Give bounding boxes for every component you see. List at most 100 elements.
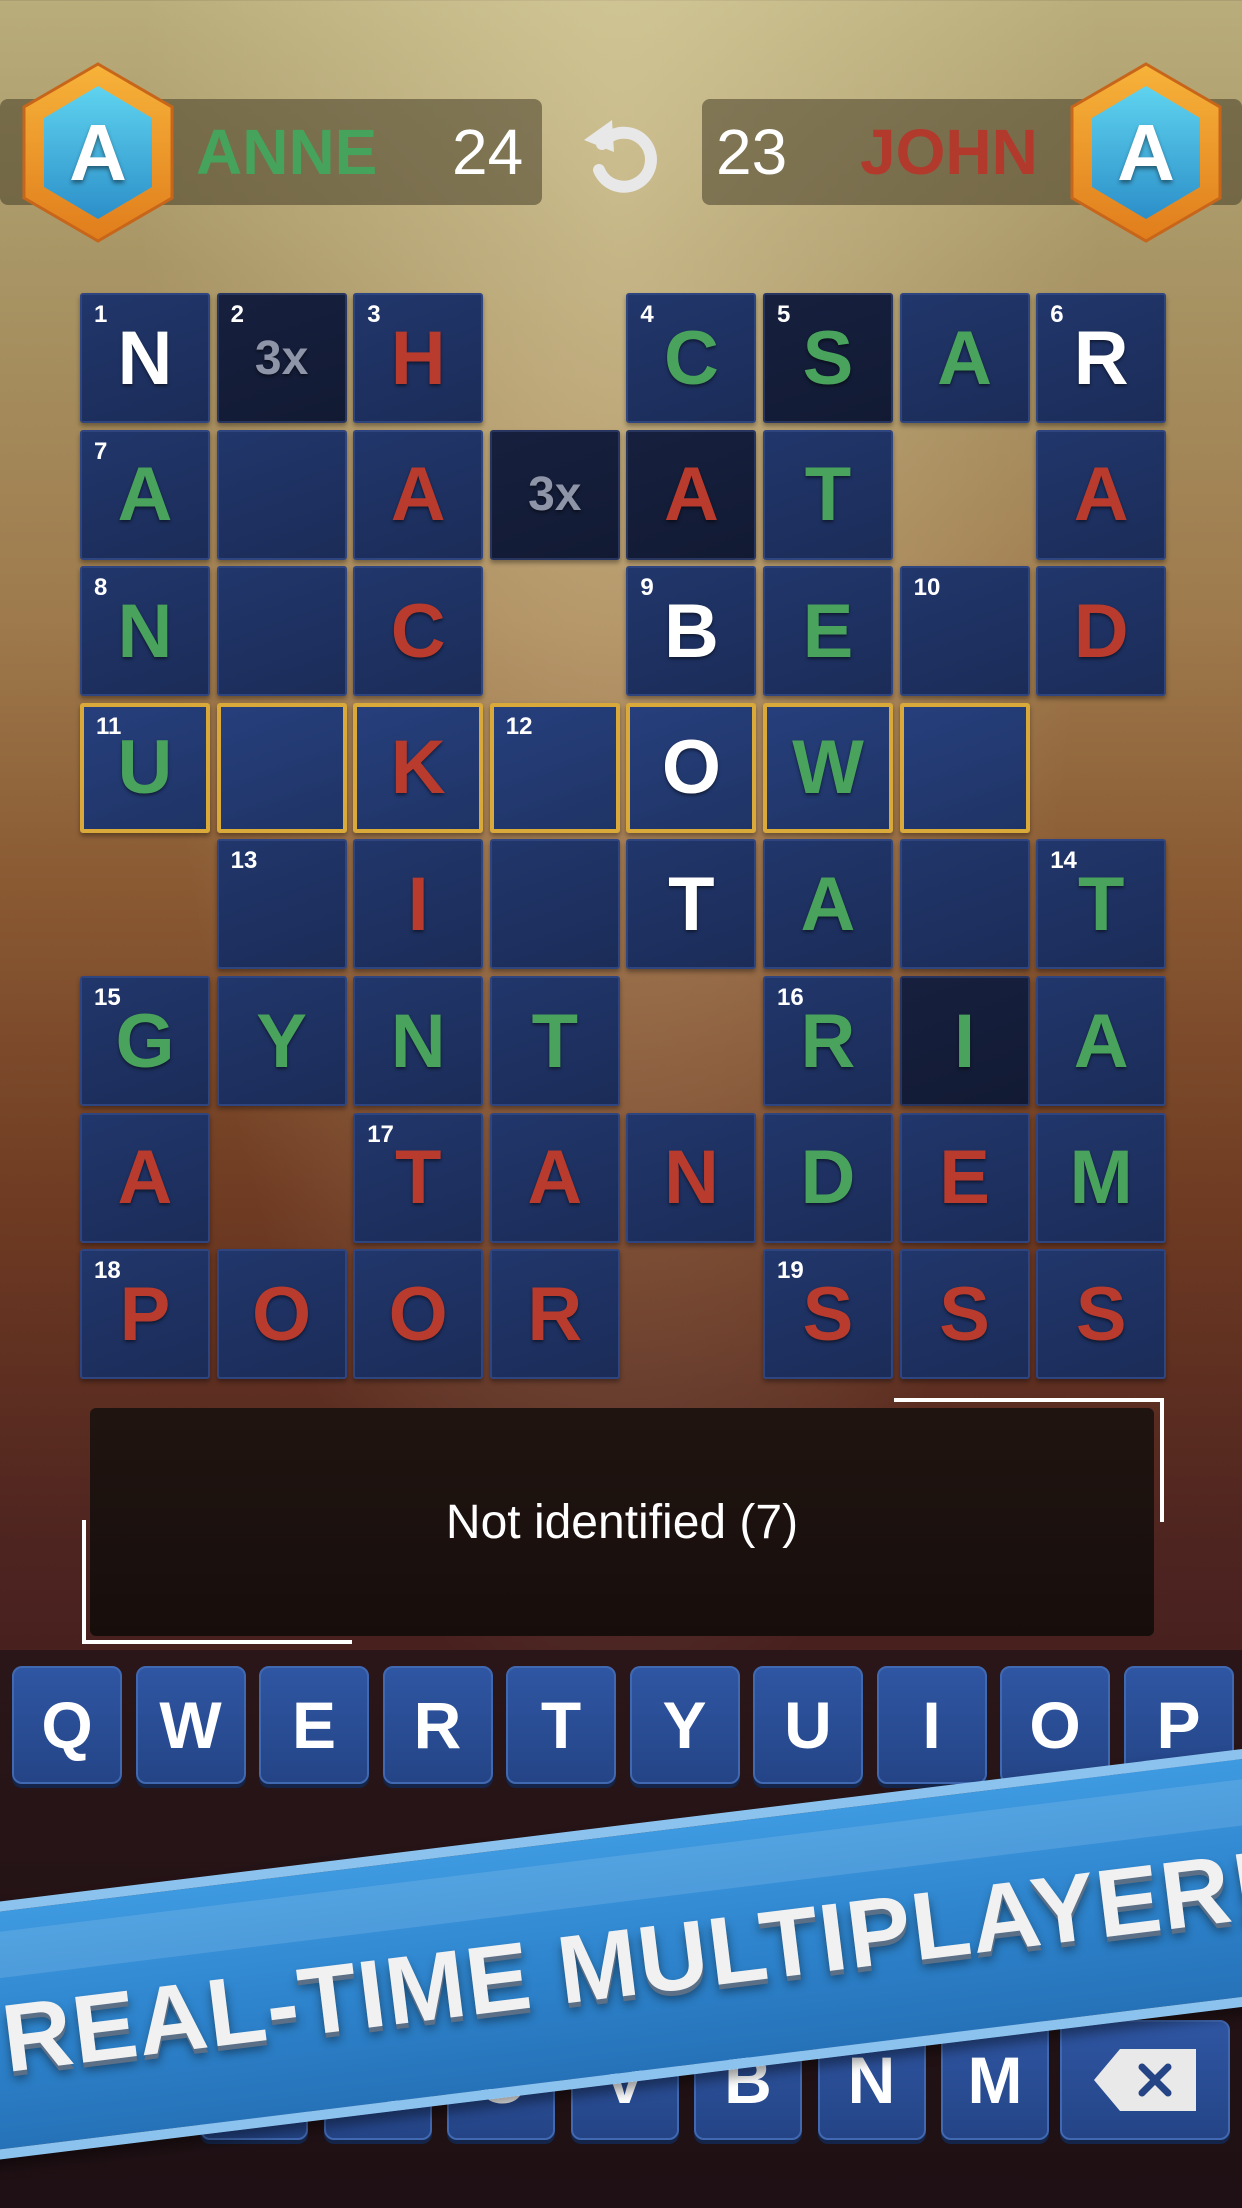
grid-cell-r3-c6[interactable]	[899, 702, 1030, 833]
grid-cell-r6-c3[interactable]: A	[489, 1112, 620, 1243]
crossword-grid: 1 N 2 3x 3 H 4 C 5 S A 6 R 7 A A 3x A T A 8 N C 9 B E 10 D 11 U K 12 O W 1…	[80, 293, 1167, 1380]
cell-letter: A	[1073, 998, 1129, 1084]
grid-cell-r5-c7[interactable]: A	[1036, 976, 1167, 1106]
grid-cell-r0-c0[interactable]: 1N	[80, 293, 210, 423]
grid-cell-r6-c7[interactable]: M	[1036, 1112, 1167, 1243]
grid-cell-r5-c0[interactable]: 15 G	[80, 976, 210, 1106]
grid-cell-r5-c3[interactable]: T	[489, 976, 620, 1106]
grid-cell-r5-c1[interactable]: Y	[216, 976, 347, 1106]
grid-cell-r6-c4[interactable]: N	[626, 1112, 757, 1243]
grid-cell-r4-c7[interactable]: 14 T	[1036, 839, 1167, 970]
grid-cell-r0-c5[interactable]: 5S	[763, 293, 893, 423]
grid-cell-r4-c1[interactable]: 13	[216, 839, 347, 970]
grid-cell-r7-c2[interactable]: O	[353, 1249, 484, 1380]
grid-cell-r5-c6[interactable]: I	[899, 976, 1030, 1106]
grid-cell-r6-c6[interactable]: E	[899, 1112, 1030, 1243]
key-w[interactable]: W	[135, 1666, 246, 1784]
cell-letter: Y	[256, 998, 307, 1084]
grid-cell-r3-c2[interactable]: K	[353, 702, 484, 833]
cell-letter: W	[792, 725, 864, 811]
grid-cell-r1-c0[interactable]: 7A	[80, 429, 210, 560]
cell-letter: E	[939, 1135, 990, 1221]
cell-letter: A	[117, 452, 173, 538]
grid-cell-r3-c1[interactable]	[216, 702, 347, 833]
grid-cell-r5-c5[interactable]: 16 R	[763, 976, 893, 1106]
cell-letter: A	[1073, 452, 1129, 538]
clue-number: 12	[505, 712, 533, 740]
cell-letter: H	[390, 315, 446, 401]
cell-letter: O	[388, 1271, 448, 1357]
grid-cell-r0-c2[interactable]: 3H	[353, 293, 484, 423]
grid-cell-r6-c5[interactable]: D	[763, 1112, 893, 1243]
grid-cell-r1-c7[interactable]: A	[1036, 429, 1167, 560]
cell-letter: E	[802, 588, 854, 674]
grid-cell-r1-c5[interactable]: T	[763, 429, 893, 560]
key-e[interactable]: E	[259, 1666, 369, 1784]
cell-letter: N	[663, 1135, 719, 1221]
grid-cell-r5-c2[interactable]: N	[353, 976, 484, 1106]
cell-letter: A	[117, 1135, 173, 1221]
key-q[interactable]: Q	[12, 1666, 122, 1784]
clue-bracket-bottom-left	[82, 1520, 352, 1644]
player-name-right: JOHN	[860, 116, 1038, 188]
grid-cell-r7-c6[interactable]: S	[899, 1249, 1030, 1380]
cell-letter: I	[407, 861, 429, 947]
grid-cell-r3-c3[interactable]: 12	[489, 702, 620, 833]
grid-cell-r2-c4[interactable]: 9B	[626, 566, 757, 697]
cell-letter: U	[117, 725, 173, 811]
grid-cell-r1-c2[interactable]: A	[353, 429, 484, 560]
grid-cell-r1-c4[interactable]: A	[626, 429, 757, 560]
clue-number: 13	[230, 847, 258, 875]
multiplier-label: 3x	[254, 331, 309, 385]
undo-icon[interactable]	[580, 110, 662, 196]
grid-cell-r7-c7[interactable]: S	[1036, 1249, 1167, 1380]
cell-letter: T	[804, 452, 852, 538]
grid-cell-r2-c6[interactable]: 10	[899, 566, 1030, 697]
cell-letter: S	[939, 1271, 990, 1357]
grid-cell-r1-c1[interactable]	[216, 429, 347, 560]
player-avatar-left: A	[18, 60, 178, 245]
grid-cell-r0-c7[interactable]: 6R	[1036, 293, 1167, 423]
grid-cell-r3-c5[interactable]: W	[763, 702, 893, 833]
grid-cell-r4-c2[interactable]: I	[353, 839, 484, 970]
grid-cell-r6-c0[interactable]: A	[80, 1112, 210, 1243]
cell-letter: S	[1075, 1271, 1127, 1357]
grid-cell-r7-c5[interactable]: 19 S	[763, 1249, 893, 1380]
grid-cell-r2-c1[interactable]	[216, 566, 347, 697]
cell-letter: A	[663, 452, 719, 538]
grid-cell-r7-c3[interactable]: R	[489, 1249, 620, 1380]
cell-letter: R	[527, 1271, 583, 1357]
grid-cell-r0-c4[interactable]: 4C	[626, 293, 757, 423]
grid-cell-r7-c0[interactable]: 18 P	[80, 1249, 210, 1380]
cell-letter: S	[802, 315, 854, 401]
key-r[interactable]: R	[382, 1666, 493, 1784]
grid-cell-r6-c2[interactable]: 17 T	[353, 1112, 484, 1243]
grid-cell-r2-c2[interactable]: C	[353, 566, 484, 697]
grid-cell-r2-c5[interactable]: E	[763, 566, 893, 697]
cell-letter: I	[954, 998, 976, 1084]
cell-letter: N	[390, 998, 446, 1084]
grid-cell-r0-c1[interactable]: 2 3x	[216, 293, 347, 423]
grid-cell-r2-c0[interactable]: 8N	[80, 566, 210, 697]
cell-letter: P	[119, 1271, 171, 1357]
cell-letter: R	[800, 998, 856, 1084]
grid-cell-r1-c3[interactable]: 3x	[489, 429, 620, 560]
grid-cell-r3-c4[interactable]: O	[626, 702, 757, 833]
cell-letter: D	[1073, 588, 1129, 674]
avatar-letter-left: A	[69, 108, 127, 197]
grid-cell-r4-c6[interactable]	[899, 839, 1030, 970]
cell-letter: T	[394, 1135, 442, 1221]
cell-letter: O	[661, 725, 721, 811]
player-score-left: 24	[452, 116, 524, 188]
grid-cell-r4-c4[interactable]: T	[626, 839, 757, 970]
grid-cell-r2-c7[interactable]: D	[1036, 566, 1167, 697]
grid-cell-r4-c5[interactable]: A	[763, 839, 893, 970]
clue-bracket-top-right	[894, 1398, 1164, 1522]
cell-letter: S	[802, 1271, 854, 1357]
cell-letter: M	[1069, 1135, 1133, 1221]
grid-cell-r3-c0[interactable]: 11 U	[80, 702, 210, 833]
grid-cell-r7-c1[interactable]: O	[216, 1249, 347, 1380]
grid-cell-r4-c3[interactable]	[489, 839, 620, 970]
grid-cell-r0-c6[interactable]: A	[899, 293, 1030, 423]
cell-letter: T	[531, 998, 579, 1084]
